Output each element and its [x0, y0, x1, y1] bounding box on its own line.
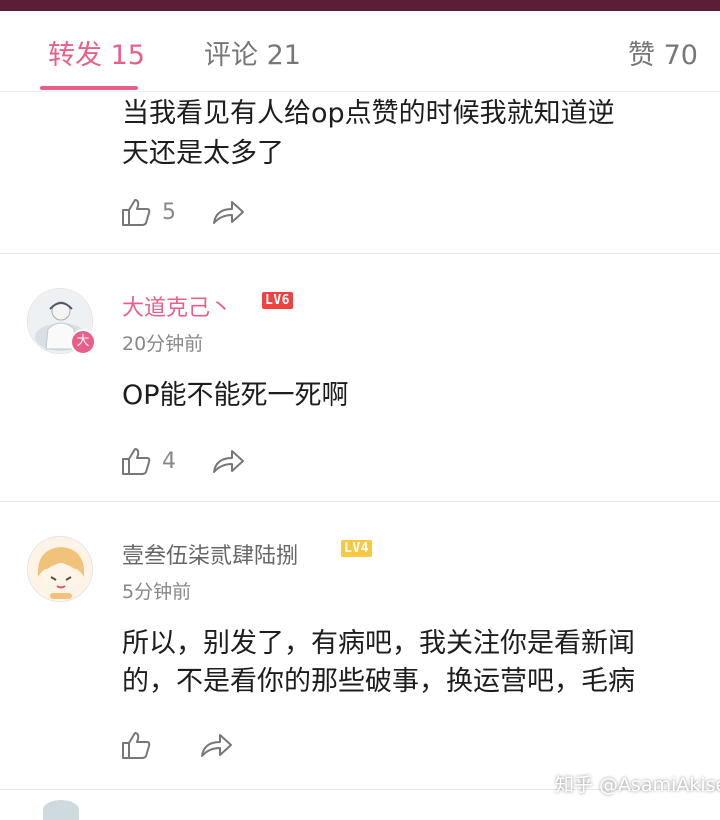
like-count: 5	[162, 200, 176, 225]
comment-text-line: 所以，别发了，有病吧，我关注你是看新闻	[122, 628, 635, 659]
comment-text-line: OP能不能死一死啊	[122, 380, 349, 411]
tab-reposts[interactable]: 转发 15	[48, 33, 145, 72]
username[interactable]: 大道克己丶	[122, 290, 232, 322]
comment-actions	[120, 729, 280, 763]
like-count: 4	[162, 449, 176, 474]
tab-bar: 转发 15 评论 21 赞 70	[0, 11, 720, 92]
verified-badge: 大	[70, 329, 96, 355]
timestamp: 20分钟前	[122, 333, 204, 355]
comment-actions: 5	[120, 196, 280, 230]
comment-text-line: 的，不是看你的那些破事，换运营吧，毛病	[122, 666, 635, 697]
thumbs-up-icon[interactable]	[120, 729, 152, 761]
share-icon[interactable]	[200, 729, 234, 761]
comment-actions: 4	[120, 445, 280, 479]
avatar-image	[28, 537, 92, 601]
thumbs-up-icon[interactable]	[120, 445, 152, 477]
divider	[0, 501, 720, 502]
avatar[interactable]	[43, 800, 79, 820]
tab-comments[interactable]: 评论 21	[204, 33, 301, 72]
comment-text-line: 天还是太多了	[122, 138, 284, 169]
level-badge: LV4	[341, 540, 372, 557]
share-icon[interactable]	[212, 196, 246, 228]
share-icon[interactable]	[212, 445, 246, 477]
tab-likes[interactable]: 赞 70	[628, 33, 698, 72]
status-bar	[0, 0, 720, 11]
active-tab-indicator	[40, 86, 138, 90]
comment-text-line: 当我看见有人给op点赞的时候我就知道逆	[122, 98, 615, 129]
thumbs-up-icon[interactable]	[120, 196, 152, 228]
level-badge: LV6	[262, 292, 293, 309]
timestamp: 5分钟前	[122, 581, 192, 603]
divider	[0, 253, 720, 254]
avatar[interactable]	[27, 536, 93, 602]
username[interactable]: 壹叁伍柒贰肆陆捌	[122, 538, 298, 570]
watermark: 知乎 @AsamiAkise	[555, 774, 720, 796]
